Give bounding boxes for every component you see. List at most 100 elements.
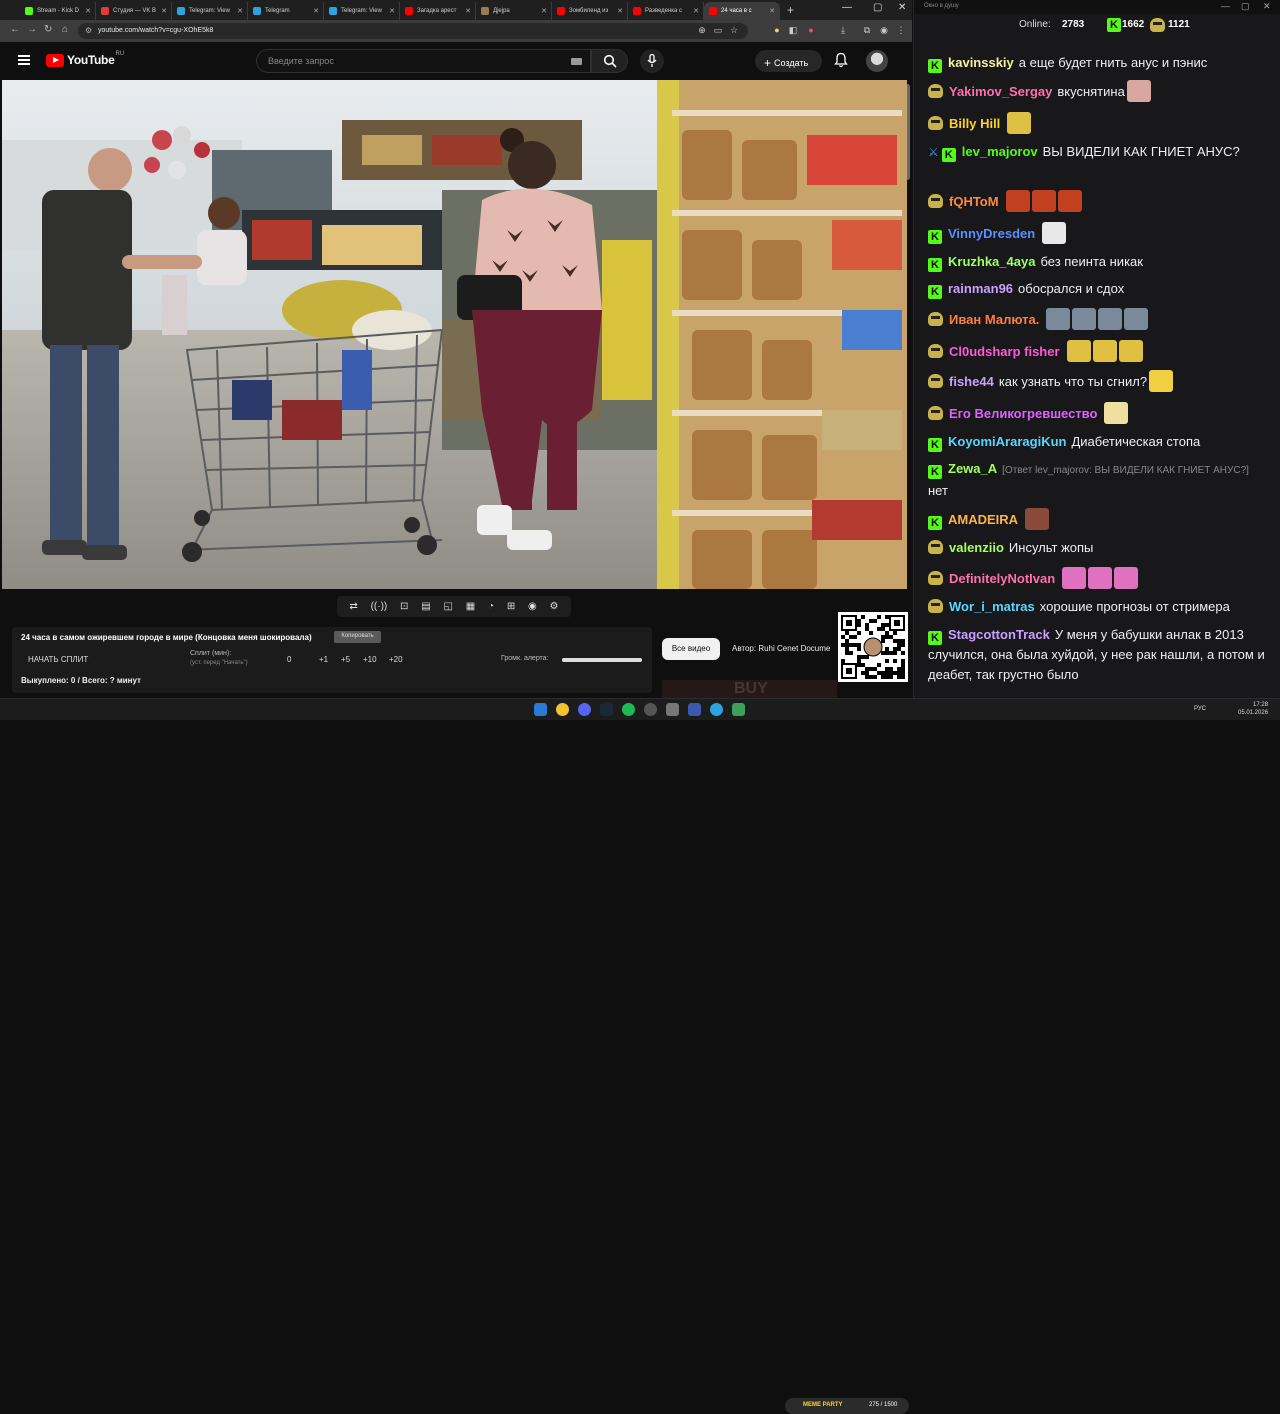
- browser-tab[interactable]: Зомбиленд из ✕: [552, 2, 628, 20]
- extension-icon[interactable]: ◧: [788, 25, 798, 35]
- cast-icon[interactable]: ▭: [713, 25, 723, 35]
- screen-record-icon[interactable]: ⊡: [400, 601, 408, 612]
- chat-username[interactable]: Kruzhka_4aya: [948, 254, 1035, 269]
- chat-username[interactable]: Yakimov_Sergay: [949, 84, 1052, 99]
- minimize-button[interactable]: —: [842, 2, 852, 13]
- browser-tab[interactable]: Дјејра ✕: [476, 2, 552, 20]
- chat-username[interactable]: fishe44: [949, 374, 994, 389]
- chat-username[interactable]: lev_majorov: [962, 144, 1038, 159]
- reload-icon[interactable]: ↻: [44, 24, 52, 35]
- chat-username[interactable]: valenziio: [949, 540, 1004, 555]
- browser-tab[interactable]: Telegram ✕: [248, 2, 324, 20]
- close-tab-icon[interactable]: ✕: [161, 7, 167, 15]
- copy-button[interactable]: Копировать: [334, 631, 381, 643]
- new-tab-button[interactable]: +: [780, 3, 794, 20]
- obs-icon[interactable]: [644, 703, 657, 716]
- record-icon[interactable]: ●: [806, 25, 816, 35]
- film-icon[interactable]: ▤: [421, 601, 430, 612]
- start-split-button[interactable]: НАЧАТЬ СПЛИТ: [28, 655, 88, 664]
- spotify-icon[interactable]: [622, 703, 635, 716]
- chat-username[interactable]: kavinsskiy: [948, 55, 1014, 70]
- minimize-button[interactable]: —: [1221, 1, 1230, 11]
- create-button[interactable]: + Создать: [755, 50, 822, 72]
- broadcast-icon[interactable]: ((·)): [371, 601, 388, 612]
- chat-username[interactable]: KoyomiAraragiKun: [948, 434, 1066, 449]
- forward-icon[interactable]: →: [27, 24, 37, 35]
- translate-icon[interactable]: ⊕: [697, 25, 707, 35]
- close-tab-icon[interactable]: ✕: [465, 7, 471, 15]
- search-input[interactable]: Введите запрос: [256, 49, 591, 73]
- app-icon[interactable]: [732, 703, 745, 716]
- close-tab-icon[interactable]: ✕: [541, 7, 547, 15]
- chat-username[interactable]: Cl0udsharp fisher: [949, 344, 1060, 359]
- repeat-icon[interactable]: ⇄: [349, 601, 357, 612]
- chrome-icon[interactable]: [556, 703, 569, 716]
- extension-icon[interactable]: ●: [772, 25, 782, 35]
- chat-username[interactable]: Billy Hill: [949, 116, 1000, 131]
- start-menu-icon[interactable]: [534, 703, 547, 716]
- all-videos-chip[interactable]: Все видео: [662, 638, 720, 660]
- browser-tab[interactable]: Telegram: View ✕: [172, 2, 248, 20]
- close-tab-icon[interactable]: ✕: [313, 7, 319, 15]
- recommended-thumbnail[interactable]: BUY: [662, 680, 837, 698]
- site-info-icon[interactable]: ⚙: [85, 26, 92, 35]
- browser-tab[interactable]: Загадка арест ✕: [400, 2, 476, 20]
- chat-username[interactable]: Иван Малюта.: [949, 312, 1039, 327]
- bookmark-star-icon[interactable]: ☆: [729, 25, 739, 35]
- camera-icon[interactable]: ◉: [528, 601, 537, 612]
- add-media-icon[interactable]: ⊞: [507, 601, 515, 612]
- home-icon[interactable]: ⌂: [62, 24, 68, 35]
- close-tab-icon[interactable]: ✕: [769, 7, 775, 15]
- chat-username[interactable]: rainman96: [948, 281, 1013, 296]
- youtube-logo[interactable]: YouTube RU: [46, 51, 124, 67]
- chat-username[interactable]: DefinitelyNotIvan: [949, 571, 1055, 586]
- chat-username[interactable]: Wor_i_matras: [949, 599, 1035, 614]
- keyboard-icon[interactable]: [571, 58, 582, 65]
- author-chip[interactable]: Автор: Ruhi Cenet Docume: [732, 644, 830, 653]
- extensions-puzzle-icon[interactable]: ⧉: [862, 25, 872, 35]
- browser-tab[interactable]: Студия — VK B ✕: [96, 2, 172, 20]
- chat-username[interactable]: StagcottonTrack: [948, 627, 1050, 642]
- add-10-button[interactable]: +10: [363, 655, 377, 664]
- profile-icon[interactable]: ◉: [879, 25, 889, 35]
- browser-tab[interactable]: 24 часа в с ✕: [704, 2, 780, 20]
- browser-tab[interactable]: Разведенка с ✕: [628, 2, 704, 20]
- close-window-button[interactable]: ✕: [1263, 1, 1271, 12]
- account-avatar[interactable]: [866, 50, 888, 72]
- close-tab-icon[interactable]: ✕: [389, 7, 395, 15]
- add-20-button[interactable]: +20: [389, 655, 403, 664]
- maximize-button[interactable]: ▢: [1241, 1, 1250, 12]
- voice-search-button[interactable]: [640, 49, 664, 73]
- clock[interactable]: 17:28 05.01.2026: [1238, 701, 1268, 717]
- close-tab-icon[interactable]: ✕: [237, 7, 243, 15]
- search-button[interactable]: [591, 49, 628, 73]
- chat-username[interactable]: AMADEIRA: [948, 512, 1018, 527]
- hamburger-menu-icon[interactable]: [18, 55, 30, 65]
- speedometer-icon[interactable]: ◔: [488, 601, 494, 612]
- browser-tab[interactable]: Telegram: View ✕: [324, 2, 400, 20]
- url-field[interactable]: ⚙ youtube.com/watch?v=cgu-XOhE5k8: [78, 23, 748, 39]
- chat-username[interactable]: Zewa_A: [948, 461, 997, 476]
- chat-username[interactable]: VinnyDresden: [948, 226, 1035, 241]
- chat-username[interactable]: Его Великогревшество: [949, 406, 1097, 421]
- alert-volume-slider[interactable]: [562, 658, 642, 662]
- dotted-frame-icon[interactable]: ▦: [466, 601, 475, 612]
- close-tab-icon[interactable]: ✕: [85, 7, 91, 15]
- gear-icon[interactable]: ⚙: [550, 601, 559, 612]
- notifications-bell-icon[interactable]: [834, 52, 848, 68]
- picture-in-picture-icon[interactable]: ◱: [443, 601, 452, 612]
- browser-tab[interactable]: Stream - Kick D ✕: [20, 2, 96, 20]
- close-tab-icon[interactable]: ✕: [617, 7, 623, 15]
- telegram-icon[interactable]: [710, 703, 723, 716]
- video-player[interactable]: [2, 80, 907, 589]
- meme-party-widget[interactable]: MEME PARTY 275 / 1500: [785, 1398, 909, 1414]
- add-1-button[interactable]: +1: [319, 655, 328, 664]
- download-icon[interactable]: ⤓: [838, 25, 848, 35]
- chat-username[interactable]: fQHToM: [949, 194, 999, 209]
- maximize-button[interactable]: ▢: [873, 2, 882, 13]
- close-window-button[interactable]: ✕: [898, 2, 906, 13]
- reply-quote[interactable]: [Ответ lev_majorov: ВЫ ВИДЕЛИ КАК ГНИЕТ …: [1002, 465, 1249, 476]
- add-5-button[interactable]: +5: [341, 655, 350, 664]
- menu-icon[interactable]: ⋮: [896, 25, 906, 35]
- app-icon[interactable]: [688, 703, 701, 716]
